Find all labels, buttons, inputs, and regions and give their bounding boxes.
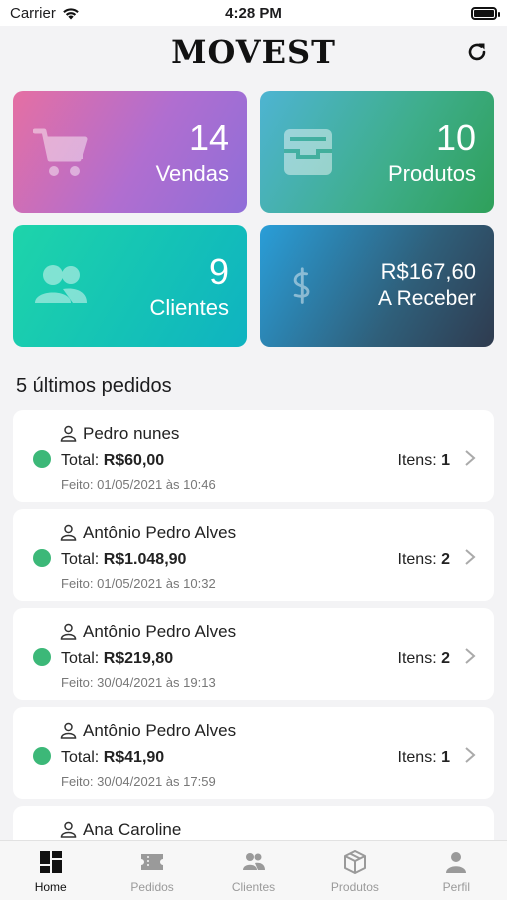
person-icon xyxy=(446,852,467,873)
refresh-icon[interactable] xyxy=(465,40,489,64)
order-items-count: Itens: 1 xyxy=(397,749,451,766)
dollar-icon xyxy=(293,267,310,304)
receber-label: A Receber xyxy=(377,287,476,310)
users-icon xyxy=(35,265,87,303)
card-a-receber[interactable]: R$167,60 A Receber xyxy=(260,225,494,347)
status-dot xyxy=(33,549,51,567)
user-icon xyxy=(60,623,77,640)
vendas-label: Vendas xyxy=(155,161,229,186)
order-items-count: Itens: 2 xyxy=(397,551,451,568)
battery-icon xyxy=(471,6,500,20)
cart-icon xyxy=(33,128,88,176)
chevron-right-icon xyxy=(465,450,476,466)
user-icon xyxy=(60,425,77,442)
order-date: Feito: 01/05/2021 às 10:32 xyxy=(61,576,216,591)
app-header: MOVEST xyxy=(0,26,507,78)
status-dot xyxy=(33,747,51,765)
clientes-count: 9 xyxy=(208,251,229,292)
order-customer-name: Ana Caroline xyxy=(83,820,182,839)
tab-perfil[interactable]: Perfil xyxy=(406,841,507,900)
orders-list: Pedro nunes Total: R$60,00 Feito: 01/05/… xyxy=(0,410,507,898)
order-items-count: Itens: 2 xyxy=(397,650,451,667)
user-icon xyxy=(60,722,77,739)
status-left: Carrier xyxy=(10,5,80,22)
tab-produtos[interactable]: Produtos xyxy=(304,841,405,900)
order-total: Total: R$41,90 xyxy=(61,749,165,766)
card-vendas[interactable]: 14 Vendas xyxy=(13,91,247,213)
status-dot xyxy=(33,648,51,666)
tab-label: Produtos xyxy=(330,880,379,894)
order-card[interactable]: Antônio Pedro Alves Total: R$41,90 Feito… xyxy=(13,707,494,799)
order-customer-name: Pedro nunes xyxy=(83,424,180,443)
order-date: Feito: 30/04/2021 às 19:13 xyxy=(61,675,216,690)
ticket-icon xyxy=(141,854,164,870)
box-icon xyxy=(343,850,366,874)
order-total: Total: R$1.048,90 xyxy=(61,551,187,568)
tab-label: Clientes xyxy=(231,880,276,894)
produtos-label: Produtos xyxy=(387,161,476,186)
tab-bar: Home Pedidos Clientes Produtos Perfil xyxy=(0,840,507,900)
tab-clientes[interactable]: Clientes xyxy=(203,841,304,900)
tab-pedidos[interactable]: Pedidos xyxy=(101,841,202,900)
order-total: Total: R$60,00 xyxy=(61,452,165,469)
tab-label: Pedidos xyxy=(130,880,174,894)
inbox-tray-icon xyxy=(284,129,332,175)
order-items-count: Itens: 1 xyxy=(397,452,451,469)
app-logo: MOVEST xyxy=(171,33,336,71)
order-card[interactable]: Antônio Pedro Alves Total: R$219,80 Feit… xyxy=(13,608,494,700)
tab-label: Perfil xyxy=(442,880,470,894)
section-title: 5 últimos pedidos xyxy=(16,375,172,397)
receber-amount: R$167,60 xyxy=(380,259,476,284)
clientes-label: Clientes xyxy=(149,295,229,320)
order-date: Feito: 01/05/2021 às 10:46 xyxy=(61,477,216,492)
chevron-right-icon xyxy=(465,549,476,565)
order-customer-name: Antônio Pedro Alves xyxy=(83,721,237,740)
status-dot xyxy=(33,450,51,468)
tab-home[interactable]: Home xyxy=(0,841,101,900)
tab-label: Home xyxy=(34,880,67,894)
produtos-count: 10 xyxy=(435,117,476,158)
order-card[interactable]: Antônio Pedro Alves Total: R$1.048,90 Fe… xyxy=(13,509,494,601)
card-clientes[interactable]: 9 Clientes xyxy=(13,225,247,347)
user-icon xyxy=(60,821,77,838)
carrier-label: Carrier xyxy=(10,4,56,22)
user-icon xyxy=(60,524,77,541)
dashboard-icon xyxy=(39,851,62,873)
order-customer-name: Antônio Pedro Alves xyxy=(83,523,237,542)
order-date: Feito: 30/04/2021 às 17:59 xyxy=(61,774,216,789)
chevron-right-icon xyxy=(465,747,476,763)
order-card[interactable]: Pedro nunes Total: R$60,00 Feito: 01/05/… xyxy=(13,410,494,502)
users-icon xyxy=(242,853,265,870)
chevron-right-icon xyxy=(465,648,476,664)
card-produtos[interactable]: 10 Produtos xyxy=(260,91,494,213)
order-total: Total: R$219,80 xyxy=(61,650,174,667)
summary-cards: 14 Vendas 10 Produtos 9 Clientes R$167,6… xyxy=(0,78,507,347)
vendas-count: 14 xyxy=(188,117,229,158)
wifi-icon xyxy=(63,7,79,19)
status-bar: Carrier 4:28 PM xyxy=(0,0,507,26)
order-customer-name: Antônio Pedro Alves xyxy=(83,622,237,641)
